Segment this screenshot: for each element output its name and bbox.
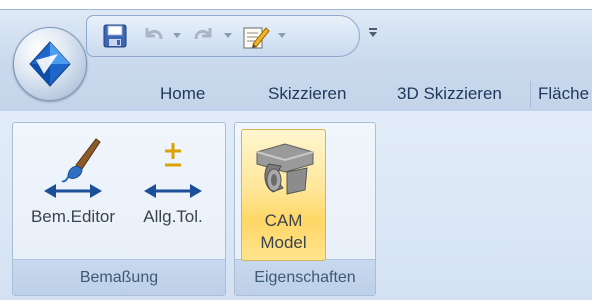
quick-access-toolbar xyxy=(86,15,360,57)
properties-button[interactable] xyxy=(240,23,272,49)
brush-dimension-icon xyxy=(44,138,102,198)
group-caption-bemassung: Bemaßung xyxy=(13,259,225,295)
application-button[interactable] xyxy=(13,27,87,101)
tab-3d-skizzieren[interactable]: 3D Skizzieren xyxy=(397,84,502,104)
cam-model-button[interactable]: CAM Model xyxy=(241,129,326,261)
redo-button[interactable] xyxy=(191,23,217,49)
cam-model-label-line2: Model xyxy=(260,233,307,252)
undo-dropdown-arrow[interactable] xyxy=(173,33,181,38)
undo-button[interactable] xyxy=(140,23,166,49)
undo-arrow-icon xyxy=(145,28,163,40)
cam-model-icon xyxy=(256,143,314,195)
tab-skizzieren[interactable]: Skizzieren xyxy=(268,84,346,104)
tab-flaeche[interactable]: Fläche xyxy=(538,84,589,104)
bem-editor-button[interactable]: Bem.Editor xyxy=(21,135,125,227)
cad-application-window: Home Skizzieren 3D Skizzieren Fläche Bem… xyxy=(0,0,592,300)
redo-dropdown-arrow[interactable] xyxy=(224,33,232,38)
save-button[interactable] xyxy=(101,23,129,49)
tab-home[interactable]: Home xyxy=(160,84,205,104)
properties-dropdown-arrow[interactable] xyxy=(278,33,286,38)
group-caption-eigenschaften: Eigenschaften xyxy=(235,259,375,295)
allg-tol-button[interactable]: Allg.Tol. xyxy=(131,135,215,227)
tolerance-dimension-icon xyxy=(144,143,202,198)
floppy-disk-icon xyxy=(103,24,127,48)
customize-toolbar-button[interactable] xyxy=(368,26,378,40)
redo-arrow-icon xyxy=(194,28,212,40)
allg-tol-label: Allg.Tol. xyxy=(143,207,203,226)
bem-editor-label: Bem.Editor xyxy=(30,207,116,226)
cam-model-label-line1: CAM xyxy=(264,211,303,230)
properties-document-icon xyxy=(243,27,270,49)
group-bemassung: Bem.Editor Allg.Tol. Bemaßung xyxy=(12,122,226,296)
window-top-edge xyxy=(0,0,592,9)
ribbon-tab-bar: Home Skizzieren 3D Skizzieren Fläche xyxy=(0,67,592,112)
customize-toolbar-dropdown-icon xyxy=(369,28,377,30)
tab-separator xyxy=(530,81,531,107)
app-logo-icon xyxy=(29,41,71,87)
